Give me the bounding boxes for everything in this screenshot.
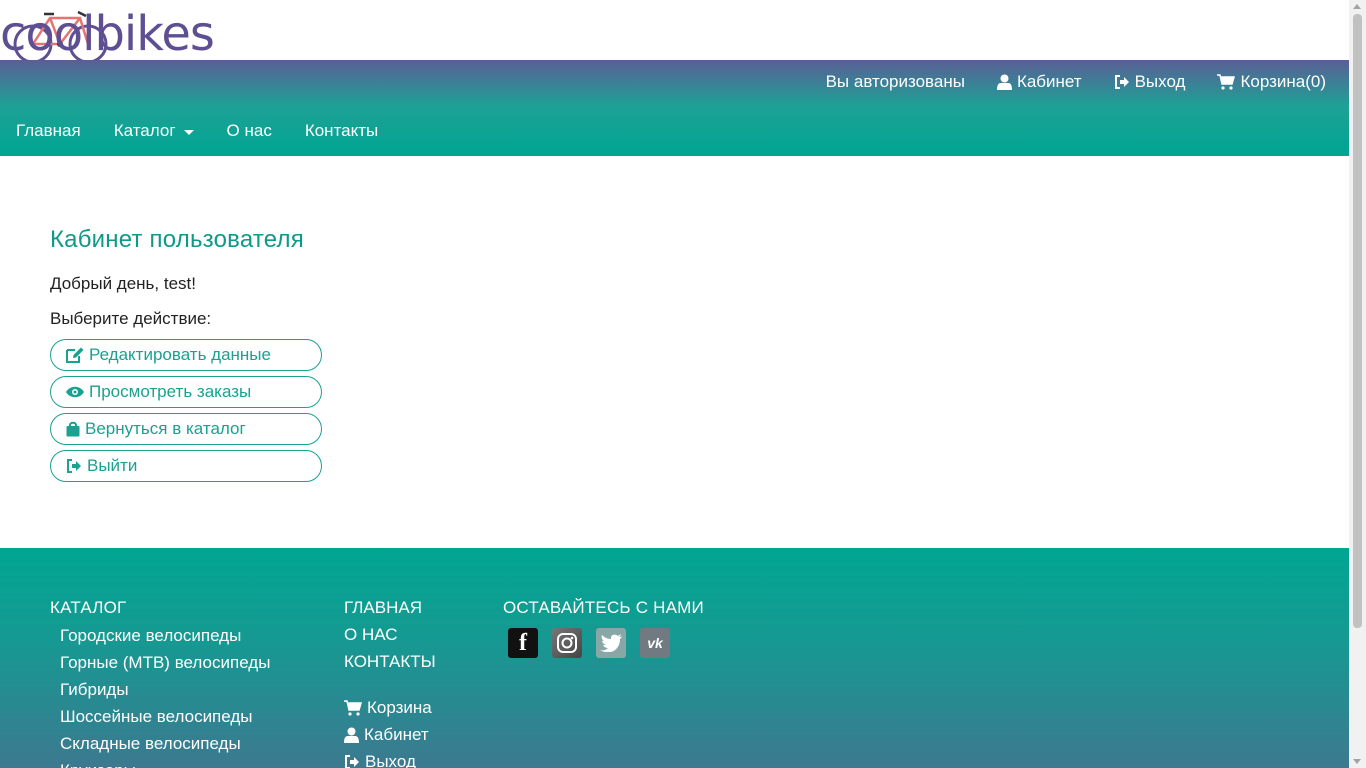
cart-icon: [344, 699, 362, 716]
main-menu: Главная Каталог О нас Контакты: [16, 121, 378, 141]
footer-logout-label: Выход: [365, 752, 416, 768]
top-navbar: Вы авторизованы Кабинет Выход Корзина(0)…: [0, 60, 1349, 156]
footer-nav: ГЛАВНАЯ О НАС КОНТАКТЫ Корзина Кабинет В…: [344, 598, 436, 768]
nav-about-label: О нас: [226, 121, 272, 140]
page-title: Кабинет пользователя: [50, 226, 304, 253]
scrollbar-thumb[interactable]: [1353, 14, 1362, 628]
footer-catalog-item[interactable]: Городские велосипеды: [50, 622, 270, 649]
sign-out-icon: [67, 459, 81, 473]
footer-nav-about[interactable]: О НАС: [344, 621, 436, 648]
view-orders-label: Просмотреть заказы: [89, 382, 252, 401]
footer-cabinet-label: Кабинет: [364, 725, 429, 744]
nav-contacts[interactable]: Контакты: [305, 121, 378, 141]
scroll-up-arrow-icon[interactable]: [1353, 4, 1361, 9]
footer-cart-link[interactable]: Корзина: [344, 694, 436, 721]
nav-contacts-label: Контакты: [304, 121, 379, 140]
user-icon: [996, 74, 1012, 90]
nav-home[interactable]: Главная: [16, 121, 81, 141]
footer-catalog: КАТАЛОГ Городские велосипеды Горные (MTB…: [50, 598, 270, 768]
cart-link[interactable]: Корзина(0): [1217, 72, 1326, 92]
footer-catalog-item[interactable]: Горные (MTB) велосипеды: [50, 649, 270, 676]
footer: КАТАЛОГ Городские велосипеды Горные (MTB…: [0, 548, 1349, 768]
cabinet-link[interactable]: Кабинет: [996, 72, 1082, 92]
user-cabinet: Кабинет пользователя Добрый день, test! …: [50, 226, 650, 482]
footer-cart-label: Корзина: [367, 698, 432, 717]
action-prompt: Выберите действие:: [50, 309, 212, 328]
vk-icon[interactable]: vk: [640, 628, 670, 658]
twitter-icon[interactable]: [596, 628, 626, 658]
auth-status-link[interactable]: Вы авторизованы: [826, 72, 965, 92]
footer-catalog-item[interactable]: Круизеры: [50, 757, 270, 768]
cabinet-label: Кабинет: [1016, 72, 1082, 91]
user-icon: [344, 727, 359, 743]
sign-out-icon: [345, 754, 359, 768]
edit-icon: [66, 347, 84, 363]
view-orders-button[interactable]: Просмотреть заказы: [50, 376, 322, 408]
footer-nav-spacer: [344, 675, 436, 694]
logo-text: coolbikes: [0, 6, 215, 62]
footer-catalog-heading[interactable]: КАТАЛОГ: [50, 598, 270, 618]
shopping-bag-icon: [66, 421, 80, 437]
footer-catalog-item[interactable]: Гибриды: [50, 676, 270, 703]
eye-icon: [66, 386, 84, 398]
edit-data-label: Редактировать данные: [89, 345, 271, 364]
edit-data-button[interactable]: Редактировать данные: [50, 339, 322, 371]
logout-label: Выход: [1134, 72, 1186, 91]
user-links: Вы авторизованы Кабинет Выход Корзина(0): [826, 72, 1326, 92]
logout-button-label: Выйти: [87, 456, 138, 475]
footer-nav-home[interactable]: ГЛАВНАЯ: [344, 594, 436, 621]
caret-down-icon: [183, 130, 194, 135]
footer-social-heading: ОСТАВАЙТЕСЬ С НАМИ: [503, 598, 704, 617]
instagram-glyph: [557, 633, 577, 653]
footer-social: ОСТАВАЙТЕСЬ С НАМИ f vk: [503, 598, 704, 658]
logout-button[interactable]: Выйти: [50, 450, 322, 482]
site-logo[interactable]: coolbikes: [0, 6, 215, 64]
nav-home-label: Главная: [16, 121, 81, 140]
cart-icon: [1217, 74, 1236, 90]
footer-catalog-item[interactable]: Шоссейные велосипеды: [50, 703, 270, 730]
nav-about[interactable]: О нас: [227, 121, 272, 141]
sign-out-icon: [1114, 75, 1129, 89]
twitter-glyph: [600, 634, 622, 652]
footer-cabinet-link[interactable]: Кабинет: [344, 721, 436, 748]
page-scrollbar[interactable]: [1349, 0, 1366, 768]
footer-catalog-item[interactable]: Складные велосипеды: [50, 730, 270, 757]
scroll-down-arrow-icon[interactable]: [1353, 759, 1361, 764]
back-to-catalog-label: Вернуться в каталог: [85, 419, 246, 438]
footer-logout-link[interactable]: Выход: [344, 748, 436, 768]
back-to-catalog-button[interactable]: Вернуться в каталог: [50, 413, 322, 445]
auth-status-label: Вы авторизованы: [825, 72, 965, 91]
logo-bar: coolbikes: [0, 0, 1349, 64]
cart-label: Корзина(0): [1240, 72, 1326, 91]
social-links: f vk: [508, 628, 704, 658]
page: coolbikes Вы авторизованы Кабинет Выход …: [0, 0, 1349, 768]
logout-link[interactable]: Выход: [1114, 72, 1186, 92]
nav-catalog-label: Каталог: [113, 121, 176, 140]
facebook-icon[interactable]: f: [508, 628, 538, 658]
instagram-icon[interactable]: [552, 628, 582, 658]
nav-catalog[interactable]: Каталог: [114, 121, 194, 141]
greeting-text: Добрый день, test!: [50, 274, 196, 293]
footer-nav-contacts[interactable]: КОНТАКТЫ: [344, 648, 436, 675]
